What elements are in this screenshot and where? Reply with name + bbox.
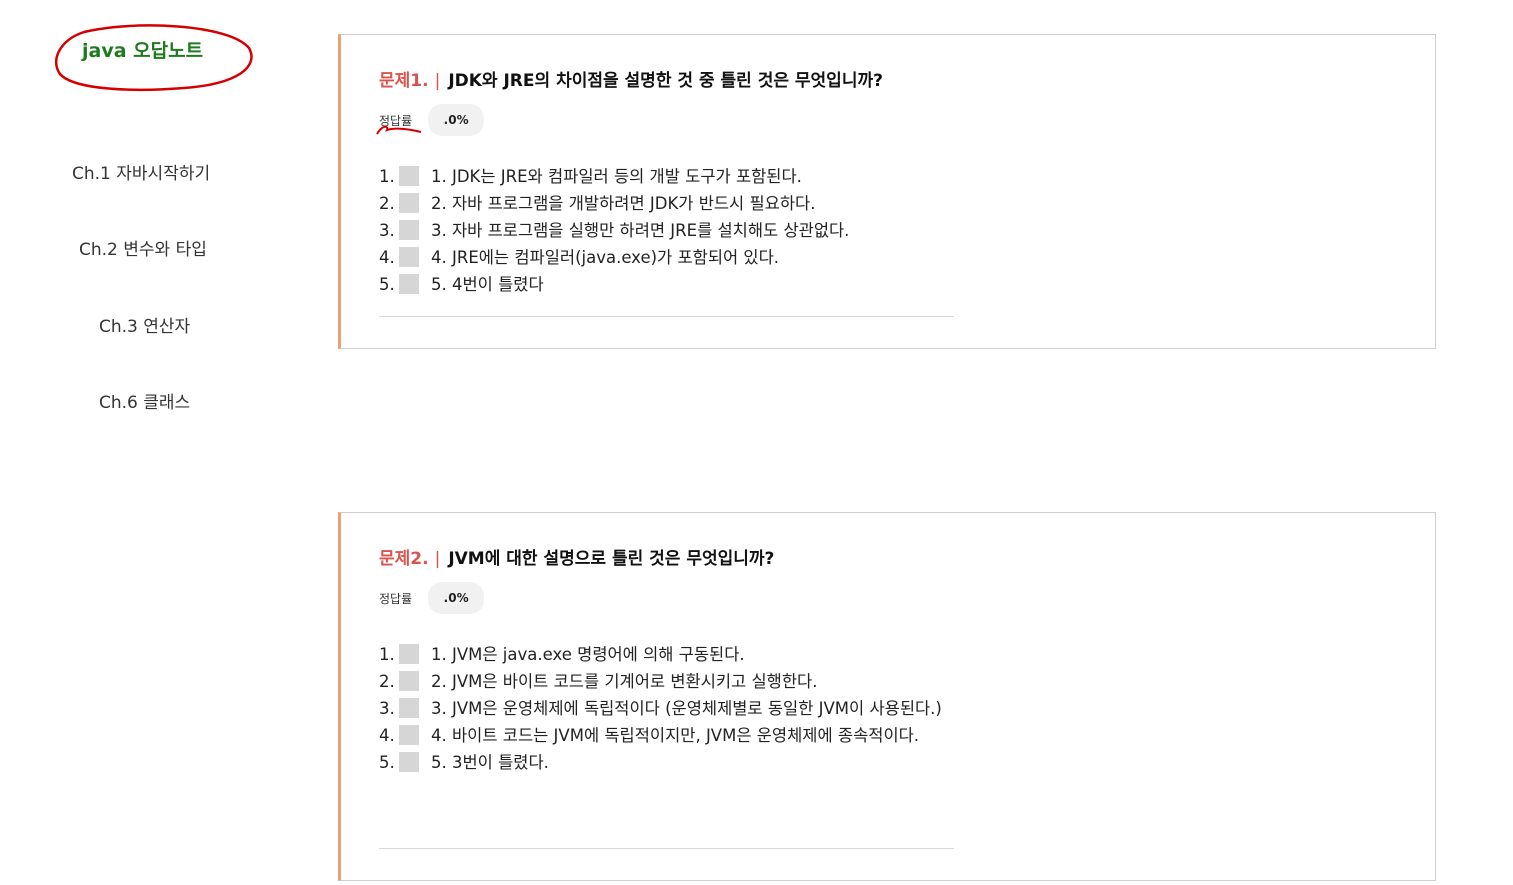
option-checkbox[interactable] <box>399 671 419 691</box>
option-checkbox[interactable] <box>399 247 419 267</box>
correct-rate-label: 정답률 <box>376 112 422 135</box>
list-item: 4. 4. JRE에는 컴파일러(java.exe)가 포함되어 있다. <box>379 247 780 267</box>
sidebar: java 오답노트 Ch.1 자바시작하기 Ch.2 변수와 타입 Ch.3 연… <box>0 0 300 885</box>
option-checkbox[interactable] <box>399 193 419 213</box>
option-checkbox[interactable] <box>399 166 419 186</box>
list-item: 4. 4. 바이트 코드는 JVM에 독립적이지만, JVM은 운영체제에 종속적… <box>379 725 920 745</box>
question-separator: | <box>434 549 441 569</box>
question-number: 문제2. <box>379 549 429 569</box>
list-item: 1. 1. JDK는 JRE와 컴파일러 등의 개발 도구가 포함된다. <box>379 166 802 186</box>
question-card: 문제1. | JDK와 JRE의 차이점을 설명한 것 중 틀린 것은 무엇입니까?… <box>338 34 1436 349</box>
correct-rate-badge: .0% <box>428 582 485 614</box>
logo-text: java 오답노트 <box>82 40 204 62</box>
question-number: 문제1. <box>379 71 429 91</box>
list-item: 3. 3. JVM은 운영체제에 독립적이다 (운영체제별로 동일한 JVM이 사… <box>379 698 942 718</box>
list-item: 1. 1. JVM은 java.exe 명령어에 의해 구동된다. <box>379 644 745 664</box>
list-item: 5. 5. 3번이 틀렸다. <box>379 752 549 772</box>
question-header: 문제2. | JVM에 대한 설명으로 틀린 것은 무엇입니까? <box>379 544 774 569</box>
question-title: JVM에 대한 설명으로 틀린 것은 무엇입니까? <box>448 549 775 569</box>
list-item: 5. 5. 4번이 틀렸다 <box>379 274 544 294</box>
option-checkbox[interactable] <box>399 274 419 294</box>
divider <box>379 848 954 849</box>
divider <box>379 316 954 317</box>
correct-rate-badge: .0% <box>428 104 485 136</box>
logo[interactable]: java 오답노트 <box>54 22 254 94</box>
sidebar-item-ch3[interactable]: Ch.3 연산자 <box>99 312 190 337</box>
list-item: 2. 2. JVM은 바이트 코드를 기계어로 변환시키고 실행한다. <box>379 671 818 691</box>
list-item: 2. 2. 자바 프로그램을 개발하려면 JDK가 반드시 필요하다. <box>379 193 816 213</box>
question-title: JDK와 JRE의 차이점을 설명한 것 중 틀린 것은 무엇입니까? <box>448 71 883 91</box>
option-checkbox[interactable] <box>399 725 419 745</box>
sidebar-item-ch2[interactable]: Ch.2 변수와 타입 <box>79 235 207 260</box>
underline-mark <box>376 125 422 135</box>
options-list: 1. 1. JVM은 java.exe 명령어에 의해 구동된다. 2. 2. JV… <box>379 641 949 776</box>
correct-rate-label: 정답률 <box>379 591 413 606</box>
options-list: 1. 1. JDK는 JRE와 컴파일러 등의 개발 도구가 포함된다. 2. 2.… <box>379 163 949 298</box>
question-separator: | <box>434 71 441 91</box>
question-card: 문제2. | JVM에 대한 설명으로 틀린 것은 무엇입니까? 정답률 .0% 1… <box>338 512 1436 881</box>
question-header: 문제1. | JDK와 JRE의 차이점을 설명한 것 중 틀린 것은 무엇입니까? <box>379 66 883 91</box>
option-checkbox[interactable] <box>399 752 419 772</box>
correct-rate: 정답률 .0% <box>376 104 485 136</box>
option-checkbox[interactable] <box>399 698 419 718</box>
list-item: 3. 3. 자바 프로그램을 실행만 하려면 JRE를 설치해도 상관없다. <box>379 220 850 240</box>
sidebar-item-ch6[interactable]: Ch.6 클래스 <box>99 388 190 413</box>
option-checkbox[interactable] <box>399 220 419 240</box>
sidebar-item-ch1[interactable]: Ch.1 자바시작하기 <box>72 159 210 184</box>
correct-rate: 정답률 .0% <box>379 582 485 614</box>
option-checkbox[interactable] <box>399 644 419 664</box>
